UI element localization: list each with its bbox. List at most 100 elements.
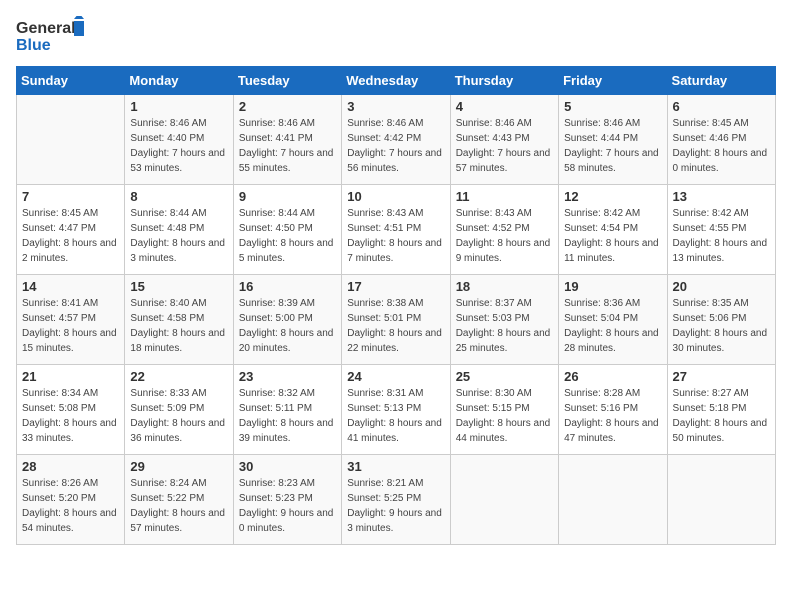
day-info: Sunrise: 8:33 AMSunset: 5:09 PMDaylight:… xyxy=(130,386,227,446)
day-info: Sunrise: 8:23 AMSunset: 5:23 PMDaylight:… xyxy=(239,476,336,536)
day-number: 7 xyxy=(22,189,119,204)
calendar-cell: 24Sunrise: 8:31 AMSunset: 5:13 PMDayligh… xyxy=(342,365,450,455)
day-number: 19 xyxy=(564,279,661,294)
day-number: 21 xyxy=(22,369,119,384)
calendar-cell: 30 Sunrise: 8:23 AMSunset: 5:23 PMDayligh… xyxy=(233,455,341,545)
day-info: Sunrise: 8:39 AMSunset: 5:00 PMDaylight:… xyxy=(239,296,336,356)
calendar-cell: 29 Sunrise: 8:24 AMSunset: 5:22 PMDayligh… xyxy=(125,455,233,545)
day-number: 5 xyxy=(564,99,661,114)
day-info: Sunrise: 8:40 AMSunset: 4:58 PMDaylight:… xyxy=(130,296,227,356)
calendar-cell: 15Sunrise: 8:40 AMSunset: 4:58 PMDayligh… xyxy=(125,275,233,365)
calendar-cell: 8 Sunrise: 8:44 AMSunset: 4:48 PMDaylight… xyxy=(125,185,233,275)
day-info: Sunrise: 8:35 AMSunset: 5:06 PMDaylight:… xyxy=(673,296,770,356)
week-row-5: 28 Sunrise: 8:26 AMSunset: 5:20 PMDayligh… xyxy=(17,455,776,545)
day-number: 26 xyxy=(564,369,661,384)
day-header-thursday: Thursday xyxy=(450,67,558,95)
day-number: 17 xyxy=(347,279,444,294)
calendar-cell: 19 Sunrise: 8:36 AMSunset: 5:04 PMDayligh… xyxy=(559,275,667,365)
day-number: 30 xyxy=(239,459,336,474)
calendar-cell: 23Sunrise: 8:32 AMSunset: 5:11 PMDayligh… xyxy=(233,365,341,455)
calendar-cell: 4Sunrise: 8:46 AMSunset: 4:43 PMDaylight… xyxy=(450,95,558,185)
calendar-cell: 22 Sunrise: 8:33 AMSunset: 5:09 PMDayligh… xyxy=(125,365,233,455)
calendar-cell: 10 Sunrise: 8:43 AMSunset: 4:51 PMDayligh… xyxy=(342,185,450,275)
day-number: 10 xyxy=(347,189,444,204)
day-header-sunday: Sunday xyxy=(17,67,125,95)
day-header-friday: Friday xyxy=(559,67,667,95)
day-number: 29 xyxy=(130,459,227,474)
calendar-table: SundayMondayTuesdayWednesdayThursdayFrid… xyxy=(16,66,776,545)
calendar-cell: 2 Sunrise: 8:46 AMSunset: 4:41 PMDaylight… xyxy=(233,95,341,185)
calendar-cell: 21 Sunrise: 8:34 AMSunset: 5:08 PMDayligh… xyxy=(17,365,125,455)
calendar-cell: 27Sunrise: 8:27 AMSunset: 5:18 PMDayligh… xyxy=(667,365,775,455)
calendar-cell: 3 Sunrise: 8:46 AMSunset: 4:42 PMDaylight… xyxy=(342,95,450,185)
day-info: Sunrise: 8:41 AMSunset: 4:57 PMDaylight:… xyxy=(22,296,119,356)
day-info: Sunrise: 8:31 AMSunset: 5:13 PMDaylight:… xyxy=(347,386,444,446)
calendar-cell: 12 Sunrise: 8:42 AMSunset: 4:54 PMDayligh… xyxy=(559,185,667,275)
day-header-wednesday: Wednesday xyxy=(342,67,450,95)
day-number: 3 xyxy=(347,99,444,114)
calendar-cell xyxy=(17,95,125,185)
day-info: Sunrise: 8:42 AMSunset: 4:55 PMDaylight:… xyxy=(673,206,770,266)
calendar-cell: 13Sunrise: 8:42 AMSunset: 4:55 PMDayligh… xyxy=(667,185,775,275)
header-row: SundayMondayTuesdayWednesdayThursdayFrid… xyxy=(17,67,776,95)
day-info: Sunrise: 8:44 AMSunset: 4:48 PMDaylight:… xyxy=(130,206,227,266)
svg-text:Blue: Blue xyxy=(16,37,51,54)
calendar-cell: 7Sunrise: 8:45 AMSunset: 4:47 PMDaylight… xyxy=(17,185,125,275)
calendar-cell: 6 Sunrise: 8:45 AMSunset: 4:46 PMDaylight… xyxy=(667,95,775,185)
calendar-cell: 25 Sunrise: 8:30 AMSunset: 5:15 PMDayligh… xyxy=(450,365,558,455)
day-info: Sunrise: 8:30 AMSunset: 5:15 PMDaylight:… xyxy=(456,386,553,446)
calendar-cell: 17 Sunrise: 8:38 AMSunset: 5:01 PMDayligh… xyxy=(342,275,450,365)
day-info: Sunrise: 8:42 AMSunset: 4:54 PMDaylight:… xyxy=(564,206,661,266)
day-number: 31 xyxy=(347,459,444,474)
day-number: 28 xyxy=(22,459,119,474)
day-header-monday: Monday xyxy=(125,67,233,95)
day-number: 18 xyxy=(456,279,553,294)
calendar-cell: 28 Sunrise: 8:26 AMSunset: 5:20 PMDayligh… xyxy=(17,455,125,545)
day-info: Sunrise: 8:43 AMSunset: 4:51 PMDaylight:… xyxy=(347,206,444,266)
day-info: Sunrise: 8:28 AMSunset: 5:16 PMDaylight:… xyxy=(564,386,661,446)
day-number: 2 xyxy=(239,99,336,114)
day-info: Sunrise: 8:34 AMSunset: 5:08 PMDaylight:… xyxy=(22,386,119,446)
day-info: Sunrise: 8:26 AMSunset: 5:20 PMDaylight:… xyxy=(22,476,119,536)
week-row-2: 7Sunrise: 8:45 AMSunset: 4:47 PMDaylight… xyxy=(17,185,776,275)
calendar-cell: 18 Sunrise: 8:37 AMSunset: 5:03 PMDayligh… xyxy=(450,275,558,365)
calendar-cell xyxy=(667,455,775,545)
calendar-cell: 26 Sunrise: 8:28 AMSunset: 5:16 PMDayligh… xyxy=(559,365,667,455)
page-header: GeneralBlue xyxy=(16,16,776,56)
calendar-cell xyxy=(450,455,558,545)
day-number: 1 xyxy=(130,99,227,114)
day-info: Sunrise: 8:37 AMSunset: 5:03 PMDaylight:… xyxy=(456,296,553,356)
day-info: Sunrise: 8:36 AMSunset: 5:04 PMDaylight:… xyxy=(564,296,661,356)
day-info: Sunrise: 8:27 AMSunset: 5:18 PMDaylight:… xyxy=(673,386,770,446)
day-info: Sunrise: 8:43 AMSunset: 4:52 PMDaylight:… xyxy=(456,206,553,266)
day-number: 12 xyxy=(564,189,661,204)
calendar-cell: 16Sunrise: 8:39 AMSunset: 5:00 PMDayligh… xyxy=(233,275,341,365)
calendar-cell: 20 Sunrise: 8:35 AMSunset: 5:06 PMDayligh… xyxy=(667,275,775,365)
day-number: 25 xyxy=(456,369,553,384)
day-info: Sunrise: 8:45 AMSunset: 4:46 PMDaylight:… xyxy=(673,116,770,176)
day-info: Sunrise: 8:38 AMSunset: 5:01 PMDaylight:… xyxy=(347,296,444,356)
day-number: 9 xyxy=(239,189,336,204)
day-info: Sunrise: 8:21 AMSunset: 5:25 PMDaylight:… xyxy=(347,476,444,536)
day-number: 20 xyxy=(673,279,770,294)
day-info: Sunrise: 8:46 AMSunset: 4:41 PMDaylight:… xyxy=(239,116,336,176)
calendar-cell: 31 Sunrise: 8:21 AMSunset: 5:25 PMDayligh… xyxy=(342,455,450,545)
day-number: 14 xyxy=(22,279,119,294)
calendar-cell: 9Sunrise: 8:44 AMSunset: 4:50 PMDaylight… xyxy=(233,185,341,275)
day-number: 4 xyxy=(456,99,553,114)
calendar-cell: 1 Sunrise: 8:46 AMSunset: 4:40 PMDaylight… xyxy=(125,95,233,185)
day-info: Sunrise: 8:46 AMSunset: 4:42 PMDaylight:… xyxy=(347,116,444,176)
calendar-cell: 5 Sunrise: 8:46 AMSunset: 4:44 PMDaylight… xyxy=(559,95,667,185)
calendar-cell: 11 Sunrise: 8:43 AMSunset: 4:52 PMDayligh… xyxy=(450,185,558,275)
week-row-1: 1 Sunrise: 8:46 AMSunset: 4:40 PMDaylight… xyxy=(17,95,776,185)
calendar-cell: 14 Sunrise: 8:41 AMSunset: 4:57 PMDayligh… xyxy=(17,275,125,365)
day-header-saturday: Saturday xyxy=(667,67,775,95)
day-info: Sunrise: 8:46 AMSunset: 4:40 PMDaylight:… xyxy=(130,116,227,176)
day-number: 8 xyxy=(130,189,227,204)
day-info: Sunrise: 8:46 AMSunset: 4:44 PMDaylight:… xyxy=(564,116,661,176)
day-number: 6 xyxy=(673,99,770,114)
day-info: Sunrise: 8:24 AMSunset: 5:22 PMDaylight:… xyxy=(130,476,227,536)
day-number: 11 xyxy=(456,189,553,204)
week-row-4: 21 Sunrise: 8:34 AMSunset: 5:08 PMDayligh… xyxy=(17,365,776,455)
day-number: 22 xyxy=(130,369,227,384)
